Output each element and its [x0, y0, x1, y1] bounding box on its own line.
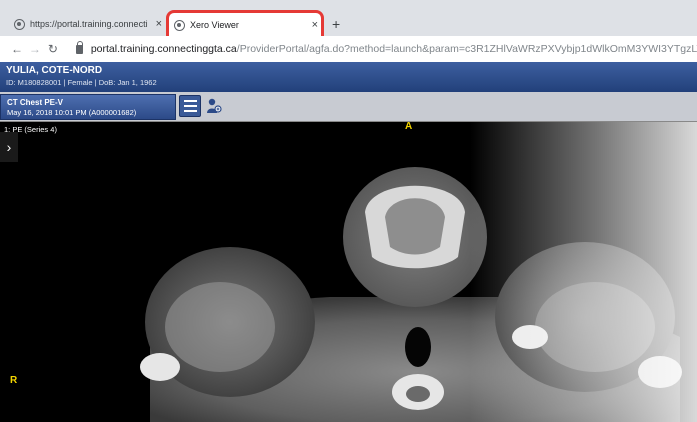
patient-name: YULIA, COTE-NORD	[6, 65, 103, 76]
url-path: /ProviderPortal/agfa.do?method=launch&pa…	[236, 43, 697, 55]
patient-person-icon[interactable]	[206, 97, 222, 115]
tab-title: https://portal.training.connecting...	[30, 19, 148, 29]
orientation-marker-right: R	[10, 375, 18, 386]
reload-icon[interactable]: ↻	[46, 42, 60, 56]
close-tab-icon[interactable]: ×	[308, 19, 322, 31]
orientation-marker-anterior: A	[405, 122, 413, 132]
lock-icon[interactable]	[75, 40, 83, 54]
url-host: portal.training.connectinggta.ca	[90, 43, 237, 55]
image-viewport[interactable]: 1: PE (Series 4) A R ›	[0, 122, 697, 422]
globe-icon	[14, 18, 25, 30]
forward-arrow-icon[interactable]: →	[28, 42, 42, 56]
browser-tab-strip: https://portal.training.connecting... × …	[0, 0, 697, 40]
browser-tab-xero-viewer[interactable]: Xero Viewer ×	[166, 10, 324, 40]
study-date: May 16, 2018 10:01 PM (A000001682)	[7, 108, 137, 117]
study-toolbar: CT Chest PE-V May 16, 2018 10:01 PM (A00…	[0, 92, 697, 122]
ct-scan-image	[140, 167, 682, 422]
close-tab-icon[interactable]: ×	[152, 18, 166, 30]
hamburger-menu-button[interactable]	[179, 95, 201, 117]
new-tab-button[interactable]: +	[332, 16, 340, 32]
browser-tab-portal[interactable]: https://portal.training.connecting... ×	[6, 12, 166, 36]
menu-line	[183, 105, 197, 107]
back-arrow-icon[interactable]: ←	[10, 42, 24, 56]
menu-line	[183, 100, 197, 102]
patient-info: ID: M180828001 | Female | DoB: Jan 1, 19…	[6, 78, 157, 87]
url-field[interactable]: portal.training.connectinggta.ca/Provide…	[91, 43, 697, 55]
patient-banner: YULIA, COTE-NORD ID: M180828001 | Female…	[0, 62, 697, 92]
address-bar: ← → ↻ portal.training.connectinggta.ca/P…	[0, 36, 697, 62]
expand-panel-button[interactable]: ›	[0, 132, 18, 162]
globe-icon	[174, 19, 185, 31]
menu-line	[183, 110, 197, 112]
study-title: CT Chest PE-V	[7, 98, 64, 107]
study-selector[interactable]: CT Chest PE-V May 16, 2018 10:01 PM (A00…	[0, 94, 176, 120]
tab-title: Xero Viewer	[190, 20, 239, 30]
